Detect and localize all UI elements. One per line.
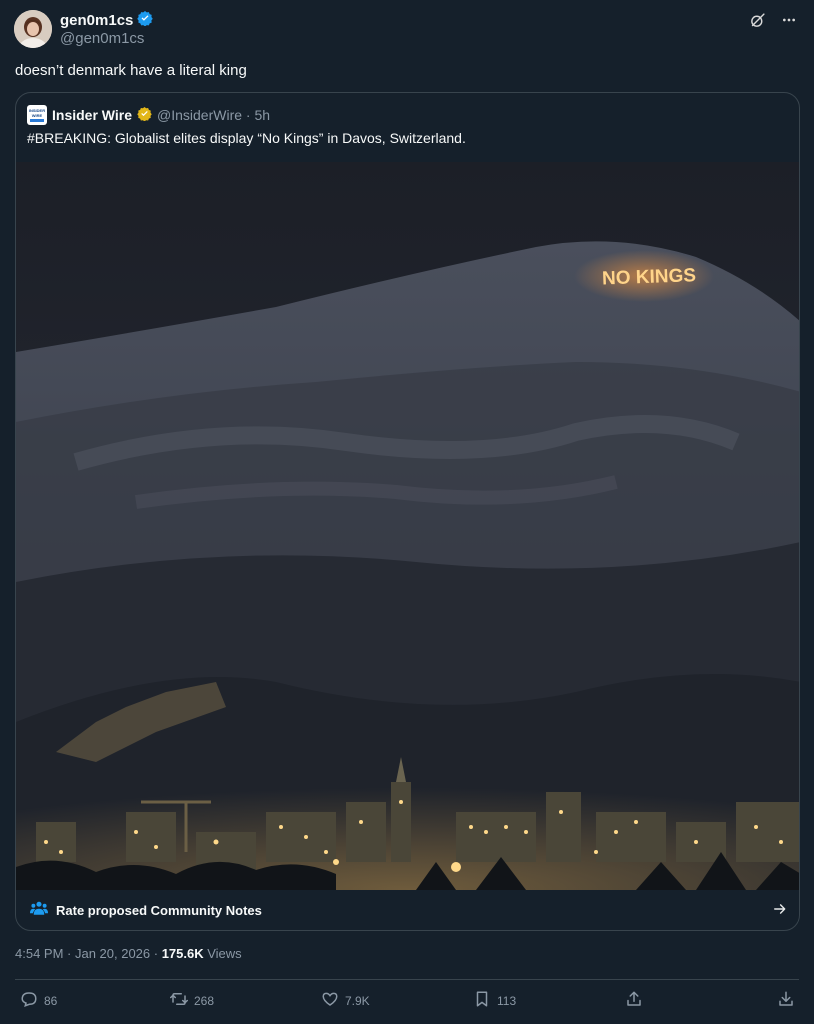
repost-count: 268 xyxy=(194,993,215,1008)
gold-verified-badge-icon xyxy=(137,106,152,124)
verified-badge-icon xyxy=(137,10,154,31)
quote-text: #BREAKING: Globalist elites display “No … xyxy=(27,130,466,146)
heart-icon xyxy=(321,990,339,1011)
reply-icon xyxy=(20,990,38,1011)
repost-button[interactable]: 268 xyxy=(170,990,214,1011)
logo-bar xyxy=(30,119,44,122)
header-actions xyxy=(748,11,798,29)
insider-wire-logo[interactable]: INSIDER WIRE xyxy=(27,105,47,125)
community-notes-label: Rate proposed Community Notes xyxy=(56,903,262,918)
tweet-meta: 4:54 PM · Jan 20, 2026 · 175.6K Views xyxy=(15,946,242,961)
author-avatar[interactable] xyxy=(14,10,52,48)
tweet-timestamp[interactable]: 4:54 PM · Jan 20, 2026 · xyxy=(15,946,162,961)
author-name-row: gen0m1cs xyxy=(60,10,154,31)
like-button[interactable]: 7.9K xyxy=(321,990,370,1011)
views-count: 175.6K xyxy=(161,946,204,961)
grok-icon[interactable] xyxy=(748,11,766,29)
views-label: Views xyxy=(203,946,242,961)
divider xyxy=(15,979,799,980)
more-icon[interactable] xyxy=(780,11,798,29)
arrow-right-icon[interactable] xyxy=(773,902,787,921)
like-count: 7.9K xyxy=(345,993,370,1008)
logo-text-bottom: WIRE xyxy=(31,113,43,118)
repost-icon xyxy=(170,990,188,1011)
no-kings-overlay-text: NO KINGS xyxy=(602,265,697,289)
reply-count: 86 xyxy=(44,993,58,1008)
tweet-text: doesn’t denmark have a literal king xyxy=(15,62,247,79)
quote-image[interactable]: NO KINGS xyxy=(16,162,800,890)
quote-header: INSIDER WIRE Insider Wire @InsiderWire ·… xyxy=(27,105,270,125)
community-notes-bar[interactable]: Rate proposed Community Notes xyxy=(16,890,799,930)
quote-display-name[interactable]: Insider Wire xyxy=(52,107,132,123)
download-icon xyxy=(777,990,795,1011)
action-bar: 86 268 7.9K 113 xyxy=(0,990,814,1014)
author-handle[interactable]: @gen0m1cs xyxy=(60,30,144,47)
share-button[interactable] xyxy=(625,990,643,1011)
quote-handle-time: @InsiderWire · 5h xyxy=(157,107,271,123)
community-notes-icon xyxy=(30,900,48,921)
quoted-tweet[interactable]: INSIDER WIRE Insider Wire @InsiderWire ·… xyxy=(15,92,800,931)
bookmark-icon xyxy=(473,990,491,1011)
share-icon xyxy=(625,990,643,1011)
author-display-name[interactable]: gen0m1cs xyxy=(60,12,133,29)
bookmark-button[interactable]: 113 xyxy=(473,990,516,1011)
bookmark-count: 113 xyxy=(497,993,517,1008)
reply-button[interactable]: 86 xyxy=(20,990,57,1011)
tweet: gen0m1cs @gen0m1cs doesn’t denmark have … xyxy=(0,0,814,1024)
download-button[interactable] xyxy=(777,990,795,1011)
